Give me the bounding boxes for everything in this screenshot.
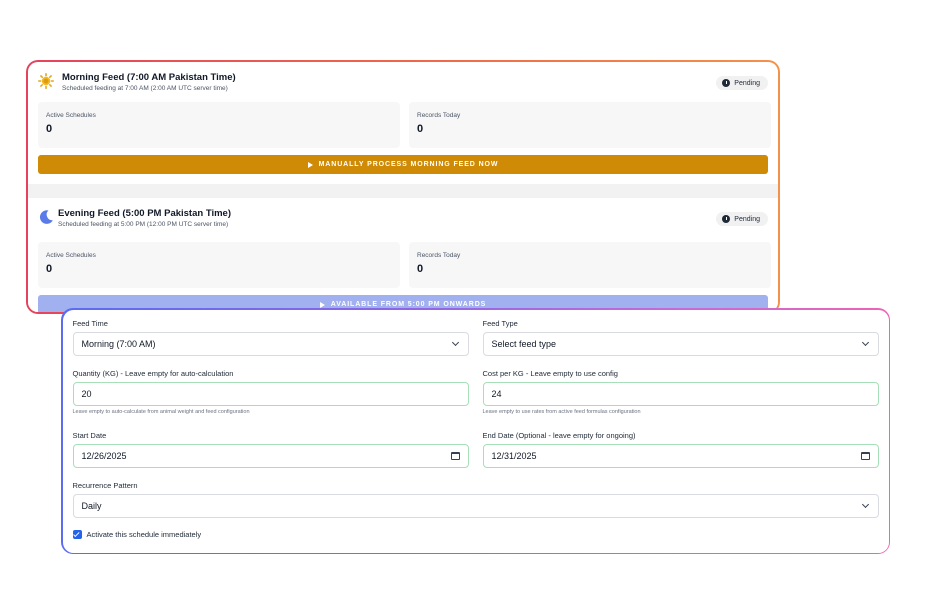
play-icon [319,301,325,308]
morning-active-schedules-stat: Active Schedules 0 [38,102,400,148]
morning-feed-title: Morning Feed (7:00 AM Pakistan Time) [62,72,236,83]
cost-per-kg-label: Cost per KG - Leave empty to use config [482,368,618,378]
feed-schedule-form: Feed Time Morning (7:00 AM) Feed Type Se… [62,309,889,553]
stat-label: Active Schedules [46,252,96,259]
feed-time-select[interactable]: Morning (7:00 AM) [72,331,469,356]
end-date-label: End Date (Optional - leave empty for ong… [482,430,636,440]
clock-icon [722,79,731,87]
feed-time-value: Morning (7:00 AM) [81,338,156,349]
end-date-input[interactable]: 12/31/2025 [482,443,879,468]
cost-per-kg-help-text: Leave empty to use rates from active fee… [482,408,641,415]
evening-records-today-stat: Records Today 0 [409,242,771,288]
feed-processing-panel: Morning Feed (7:00 AM Pakistan Time) Sch… [26,60,780,314]
evening-status-badge: Pending [716,212,768,226]
evening-feed-header: Evening Feed (5:00 PM Pakistan Time) Sch… [38,208,768,234]
start-date-input[interactable]: 12/26/2025 [72,443,469,468]
end-date-value: 12/31/2025 [491,450,537,461]
activate-schedule-checkbox[interactable] [72,529,82,539]
stat-value: 0 [417,263,424,275]
activate-schedule-label: Activate this schedule immediately [86,529,202,539]
play-icon [307,161,313,168]
recurrence-value: Daily [81,500,102,511]
clock-icon [722,215,731,223]
evening-status-text: Pending [734,215,760,223]
morning-feed-card: Morning Feed (7:00 AM Pakistan Time) Sch… [28,62,778,184]
quantity-label: Quantity (KG) - Leave empty for auto-cal… [72,368,234,378]
stat-label: Records Today [417,252,461,259]
stat-value: 0 [46,123,53,135]
recurrence-label: Recurrence Pattern [72,480,138,490]
calendar-icon[interactable] [860,451,870,460]
feed-type-select[interactable]: Select feed type [482,331,879,356]
morning-feed-subtitle: Scheduled feeding at 7:00 AM (2:00 AM UT… [62,85,228,92]
process-morning-feed-button[interactable]: MANUALLY PROCESS MORNING FEED NOW [38,155,768,174]
feed-schedule-form-panel: Feed Time Morning (7:00 AM) Feed Type Se… [61,308,890,554]
feed-time-label: Feed Time [72,318,108,328]
chevron-down-icon [451,338,459,346]
moon-icon [39,210,53,224]
cost-per-kg-input[interactable]: 24 [482,381,879,406]
start-date-label: Start Date [72,430,107,440]
calendar-icon[interactable] [450,451,460,460]
sun-icon [38,73,54,89]
evening-feed-card: Evening Feed (5:00 PM Pakistan Time) Sch… [28,198,778,312]
evening-feed-available-label: AVAILABLE FROM 5:00 PM ONWARDS [330,301,487,308]
evening-active-schedules-stat: Active Schedules 0 [38,242,400,288]
process-morning-feed-label: MANUALLY PROCESS MORNING FEED NOW [318,161,499,168]
start-date-value: 12/26/2025 [81,450,127,461]
morning-feed-header: Morning Feed (7:00 AM Pakistan Time) Sch… [38,72,768,98]
feed-type-label: Feed Type [482,318,518,328]
feed-processing-panel-body: Morning Feed (7:00 AM Pakistan Time) Sch… [28,62,778,312]
cost-per-kg-value: 24 [491,388,502,399]
evening-feed-title: Evening Feed (5:00 PM Pakistan Time) [58,208,231,219]
quantity-input[interactable]: 20 [72,381,469,406]
morning-records-today-stat: Records Today 0 [409,102,771,148]
recurrence-select[interactable]: Daily [72,493,879,518]
evening-feed-subtitle: Scheduled feeding at 5:00 PM (12:00 PM U… [58,221,229,228]
quantity-help-text: Leave empty to auto-calculate from anima… [72,408,250,415]
stat-label: Records Today [417,112,461,119]
stat-value: 0 [46,263,53,275]
activate-schedule-row[interactable]: Activate this schedule immediately [72,529,202,539]
chevron-down-icon [861,338,869,346]
quantity-value: 20 [81,388,92,399]
morning-status-text: Pending [734,79,760,87]
stat-value: 0 [417,123,424,135]
stat-label: Active Schedules [46,112,96,119]
feed-type-value: Select feed type [491,338,557,349]
chevron-down-icon [861,500,869,508]
morning-status-badge: Pending [716,76,768,90]
